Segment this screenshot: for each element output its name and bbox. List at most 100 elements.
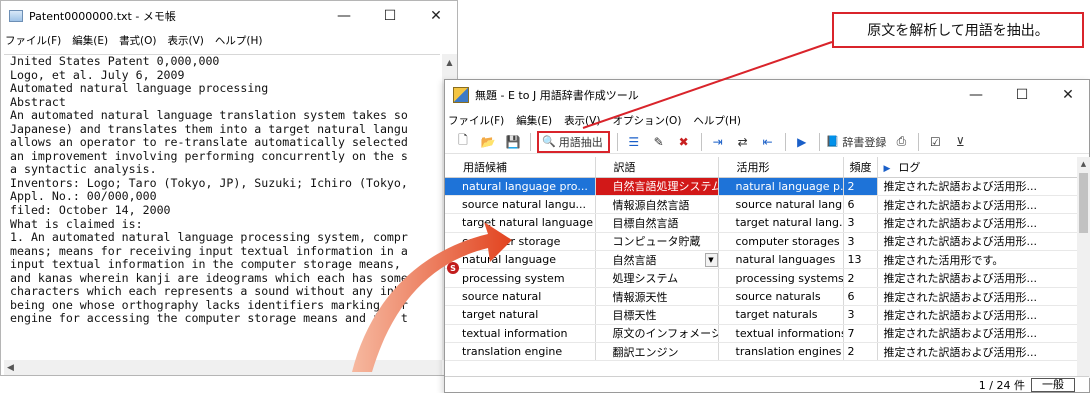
inflection-cell[interactable]: natural languages [718, 250, 844, 270]
table-row[interactable]: computer storage コンピュータ貯蔵 computer storage… [445, 232, 1078, 252]
insert-after-icon[interactable]: ⇤ [758, 132, 778, 152]
translation-cell[interactable]: 情報源天性 [595, 287, 719, 307]
mode-indicator[interactable]: 一般 [1031, 377, 1075, 392]
inflection-cell[interactable]: target natural lang... [718, 213, 844, 233]
log-cell[interactable]: 推定された訳語および活用形... [877, 287, 1078, 307]
menu-file[interactable]: ファイル(F) [5, 33, 61, 48]
translation-cell[interactable]: 処理システム [595, 268, 719, 288]
log-cell[interactable]: 推定された訳語および活用形... [877, 195, 1078, 215]
register-dictionary-button[interactable]: 📘 辞書登録 [826, 132, 887, 152]
frequency-cell[interactable]: 2 [843, 342, 878, 362]
delete-row-icon[interactable]: ✖ [674, 132, 694, 152]
frequency-cell[interactable]: 3 [843, 213, 878, 233]
table-row[interactable]: target natural language 目標自然言語 target natu… [445, 213, 1078, 233]
inflection-cell[interactable]: source natural lang... [718, 195, 844, 215]
close-button[interactable]: ✕ [1045, 80, 1090, 110]
frequency-cell[interactable]: 2 [843, 268, 878, 288]
menu-view[interactable]: 表示(V) [564, 113, 600, 128]
swap-icon[interactable]: ⇄ [733, 132, 753, 152]
translation-cell[interactable]: 自然言語処理システム [595, 177, 719, 196]
menu-file[interactable]: ファイル(F) [448, 113, 504, 128]
translation-cell[interactable]: 原文のインフォメーション [595, 324, 719, 344]
menu-help[interactable]: ヘルプ(H) [215, 33, 263, 48]
insert-before-icon[interactable]: ⇥ [708, 132, 728, 152]
close-button[interactable]: ✕ [413, 1, 459, 31]
table-row[interactable]: translation engine 翻訳エンジン translation engi… [445, 342, 1078, 362]
term-cell[interactable]: processing system [445, 268, 596, 288]
menu-edit[interactable]: 編集(E) [72, 33, 108, 48]
translation-cell[interactable]: 目標自然言語 [595, 213, 719, 233]
log-cell[interactable]: 推定された訳語および活用形... [877, 213, 1078, 233]
scroll-up-arrow-icon[interactable]: ▲ [442, 54, 457, 70]
edit-row-icon[interactable]: ✎ [649, 132, 669, 152]
log-cell[interactable]: 推定された訳語および活用形... [877, 268, 1078, 288]
minimize-button[interactable]: — [953, 80, 999, 110]
col-header-frequency[interactable]: 頻度 [843, 157, 878, 178]
col-header-term[interactable]: 用語候補 [445, 157, 596, 178]
col-header-log[interactable]: ▶ ログ [877, 157, 1078, 178]
inflection-cell[interactable]: target naturals [718, 305, 844, 325]
inflection-cell[interactable]: processing systems [718, 268, 844, 288]
maximize-button[interactable]: ☐ [999, 80, 1045, 110]
select-all-icon[interactable]: ☰ [624, 132, 644, 152]
table-row[interactable]: natural language pro... 自然言語処理システム natural… [445, 177, 1078, 196]
grid-vertical-scrollbar[interactable]: ▲ [1077, 157, 1090, 378]
save-icon[interactable]: 💾 [503, 132, 523, 152]
translation-cell[interactable]: 情報源自然言語 [595, 195, 719, 215]
term-cell[interactable]: source natural [445, 287, 596, 307]
print-icon[interactable]: ⎙ [891, 132, 911, 152]
menu-edit[interactable]: 編集(E) [516, 113, 552, 128]
table-row[interactable]: source natural 情報源天性 source naturals 6 推定された… [445, 287, 1078, 307]
term-cell[interactable]: translation engine [445, 342, 596, 362]
table-row[interactable]: processing system 処理システム processing system… [445, 268, 1078, 288]
log-cell[interactable]: 推定された訳語および活用形... [877, 177, 1078, 196]
dropdown-arrow-icon[interactable]: ▼ [704, 252, 717, 267]
frequency-cell[interactable]: 3 [843, 305, 878, 325]
inflection-cell[interactable]: translation engines [718, 342, 844, 362]
maximize-button[interactable]: ☐ [367, 1, 413, 31]
log-cell[interactable]: 推定された訳語および活用形... [877, 342, 1078, 362]
inflection-cell[interactable]: natural language p... [718, 177, 844, 196]
notepad-text-area[interactable]: Jnited States Patent 0,000,000 Logo, et a… [4, 54, 440, 360]
translation-cell[interactable]: 翻訳エンジン [595, 342, 719, 362]
table-row[interactable]: source natural langu... 情報源自然言語 source nat… [445, 195, 1078, 215]
new-file-icon[interactable]: 🗋 [453, 132, 473, 152]
inflection-cell[interactable]: computer storages [718, 232, 844, 252]
translation-cell[interactable]: 目標天性 [595, 305, 719, 325]
inflection-cell[interactable]: source naturals [718, 287, 844, 307]
col-header-translation[interactable]: 訳語 [595, 157, 719, 178]
frequency-cell[interactable]: 3 [843, 232, 878, 252]
menu-options[interactable]: オプション(O) [612, 113, 681, 128]
notepad-horizontal-scrollbar[interactable]: ◀ [4, 360, 442, 375]
frequency-cell[interactable]: 6 [843, 195, 878, 215]
log-cell[interactable]: 推定された活用形です。 [877, 250, 1078, 270]
term-cell[interactable]: target natural [445, 305, 596, 325]
log-cell[interactable]: 推定された訳語および活用形... [877, 305, 1078, 325]
table-row[interactable]: natural language ▼ 自然言語 natural languages 13… [445, 250, 1078, 270]
term-cell[interactable]: natural language pro... [445, 177, 596, 196]
inflection-cell[interactable]: textual informations [718, 324, 844, 344]
menu-format[interactable]: 書式(O) [119, 33, 156, 48]
term-cell[interactable]: natural language [445, 250, 596, 270]
term-cell[interactable]: computer storage [445, 232, 596, 252]
properties-icon[interactable]: ☑ [925, 132, 945, 152]
frequency-cell[interactable]: 7 [843, 324, 878, 344]
term-cell[interactable]: target natural language [445, 213, 596, 233]
table-row[interactable]: textual information 原文のインフォメーション textual i… [445, 324, 1078, 344]
log-cell[interactable]: 推定された訳語および活用形... [877, 324, 1078, 344]
translation-cell[interactable]: コンピュータ貯蔵 [595, 232, 719, 252]
open-folder-icon[interactable]: 📂 [478, 132, 498, 152]
term-cell[interactable]: source natural langu... [445, 195, 596, 215]
menu-help[interactable]: ヘルプ(H) [693, 113, 741, 128]
minimize-button[interactable]: — [321, 1, 367, 31]
scroll-left-arrow-icon[interactable]: ◀ [7, 363, 14, 373]
frequency-cell[interactable]: 2 [843, 177, 878, 196]
play-icon[interactable]: ▶ [792, 132, 812, 152]
table-row[interactable]: target natural 目標天性 target naturals 3 推定された訳… [445, 305, 1078, 325]
translation-cell[interactable]: ▼ 自然言語 [595, 250, 719, 270]
extract-terms-button[interactable]: 🔍 用語抽出 [537, 130, 610, 153]
frequency-cell[interactable]: 6 [843, 287, 878, 307]
scroll-up-arrow-icon[interactable]: ▲ [1077, 157, 1090, 171]
filter-icon[interactable]: ⊻ [950, 132, 970, 152]
menu-view[interactable]: 表示(V) [168, 33, 204, 48]
